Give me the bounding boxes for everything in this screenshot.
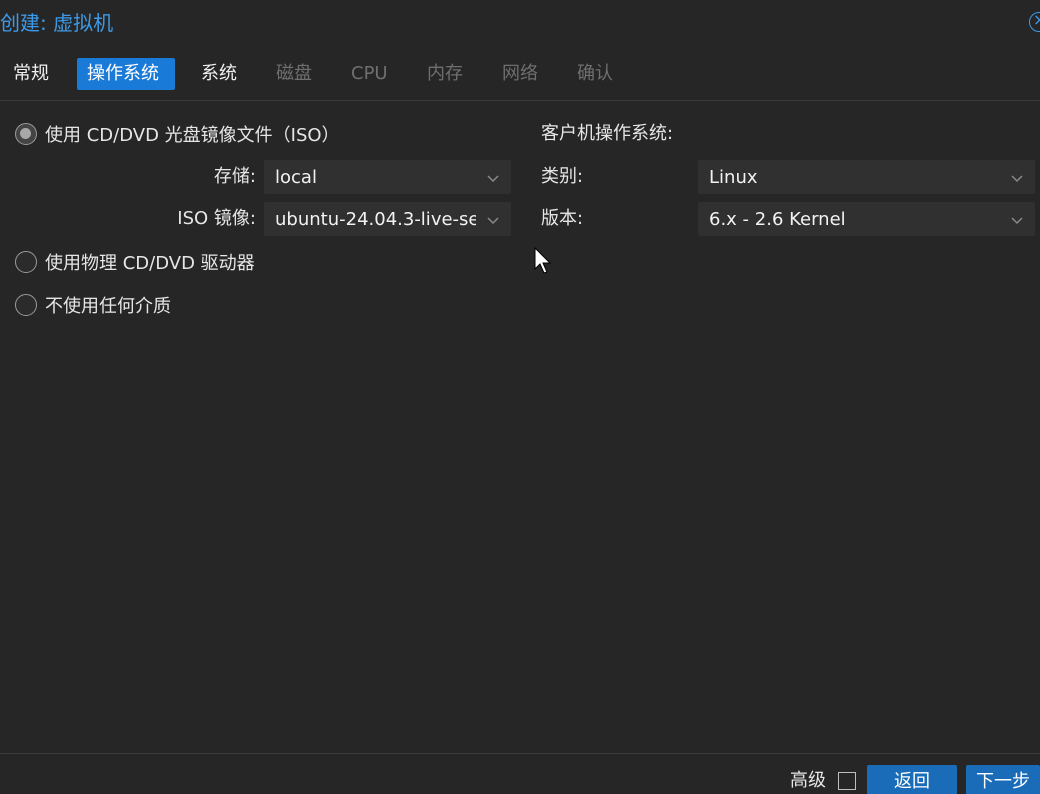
radio-row-iso[interactable]: 使用 CD/DVD 光盘镜像文件（ISO）	[15, 120, 340, 148]
tab-general[interactable]: 常规	[3, 58, 59, 90]
close-icon[interactable]	[1029, 10, 1040, 32]
radio-row-physical[interactable]: 使用物理 CD/DVD 驱动器	[15, 248, 255, 276]
os-type-value: Linux	[709, 167, 758, 188]
os-type-label: 类别:	[541, 166, 584, 187]
radio-none[interactable]	[15, 294, 37, 316]
create-vm-dialog: 创建: 虚拟机 常规 操作系统 系统 磁盘 CPU 内存 网络 确认 使用 CD…	[0, 0, 1040, 794]
storage-select[interactable]: local	[264, 160, 511, 194]
storage-value: local	[275, 167, 317, 188]
os-version-select[interactable]: 6.x - 2.6 Kernel	[698, 202, 1035, 236]
tab-os[interactable]: 操作系统	[77, 58, 175, 90]
chevron-down-icon	[487, 217, 499, 225]
iso-value: ubuntu-24.04.3-live-se	[275, 209, 476, 230]
radio-physical[interactable]	[15, 251, 37, 273]
tab-cpu[interactable]: CPU	[341, 58, 398, 90]
os-type-select[interactable]: Linux	[698, 160, 1035, 194]
chevron-down-icon	[1011, 217, 1023, 225]
radio-row-none[interactable]: 不使用任何介质	[15, 291, 171, 319]
os-version-value: 6.x - 2.6 Kernel	[709, 209, 846, 230]
guest-os-heading: 客户机操作系统:	[541, 123, 674, 144]
storage-label: 存储:	[213, 166, 256, 187]
dialog-title: 创建: 虚拟机	[0, 11, 114, 35]
tab-disk[interactable]: 磁盘	[266, 58, 322, 90]
chevron-down-icon	[1011, 175, 1023, 183]
iso-label: ISO 镜像:	[177, 208, 256, 229]
radio-iso[interactable]	[15, 123, 37, 145]
footer-divider	[0, 753, 1040, 754]
advanced-label: 高级	[790, 770, 826, 791]
radio-iso-label: 使用 CD/DVD 光盘镜像文件（ISO）	[45, 125, 340, 146]
tab-network[interactable]: 网络	[492, 58, 548, 90]
iso-select[interactable]: ubuntu-24.04.3-live-se	[264, 202, 511, 236]
mouse-cursor-icon	[534, 247, 552, 274]
back-button[interactable]: 返回	[867, 765, 957, 794]
tab-confirm[interactable]: 确认	[567, 58, 623, 90]
os-version-label: 版本:	[541, 208, 584, 229]
radio-none-label: 不使用任何介质	[45, 296, 171, 317]
radio-physical-label: 使用物理 CD/DVD 驱动器	[45, 253, 255, 274]
tab-divider	[0, 100, 1040, 101]
tab-system[interactable]: 系统	[191, 58, 247, 90]
tab-memory[interactable]: 内存	[417, 58, 473, 90]
next-button[interactable]: 下一步	[966, 765, 1040, 794]
chevron-down-icon	[487, 175, 499, 183]
advanced-checkbox[interactable]	[838, 772, 856, 790]
